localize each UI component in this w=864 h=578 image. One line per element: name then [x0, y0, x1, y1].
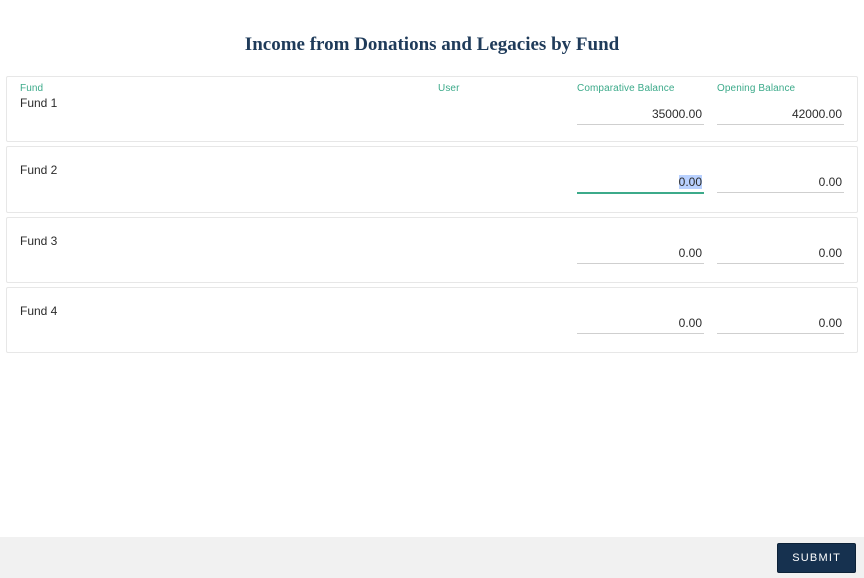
comparative-balance-input[interactable]: [577, 310, 704, 334]
opening-balance-input[interactable]: [717, 169, 844, 193]
fund-name-label: Fund 2: [20, 163, 438, 177]
fund-name-label: Fund 3: [20, 234, 438, 248]
table-row: Fund 3: [6, 217, 858, 283]
funds-form: Fund Fund 1 User Comparative Balance Ope…: [0, 76, 864, 353]
column-header-fund: Fund: [20, 83, 438, 94]
table-row: Fund 4: [6, 287, 858, 353]
opening-balance-input[interactable]: [717, 240, 844, 264]
column-header-user: User: [438, 83, 577, 94]
submit-button[interactable]: SUBMIT: [777, 543, 856, 573]
table-row: Fund 2: [6, 146, 858, 213]
comparative-balance-input[interactable]: [577, 169, 704, 194]
comparative-balance-input[interactable]: [577, 101, 704, 125]
fund-name-label: Fund 1: [20, 96, 438, 110]
column-header-comparative: Comparative Balance: [577, 83, 704, 94]
opening-balance-input[interactable]: [717, 310, 844, 334]
footer-bar: SUBMIT: [0, 537, 864, 578]
table-row: Fund Fund 1 User Comparative Balance Ope…: [6, 76, 858, 142]
column-header-opening: Opening Balance: [717, 83, 844, 94]
opening-balance-input[interactable]: [717, 101, 844, 125]
fund-name-label: Fund 4: [20, 304, 438, 318]
comparative-balance-input[interactable]: [577, 240, 704, 264]
page-title: Income from Donations and Legacies by Fu…: [0, 0, 864, 76]
